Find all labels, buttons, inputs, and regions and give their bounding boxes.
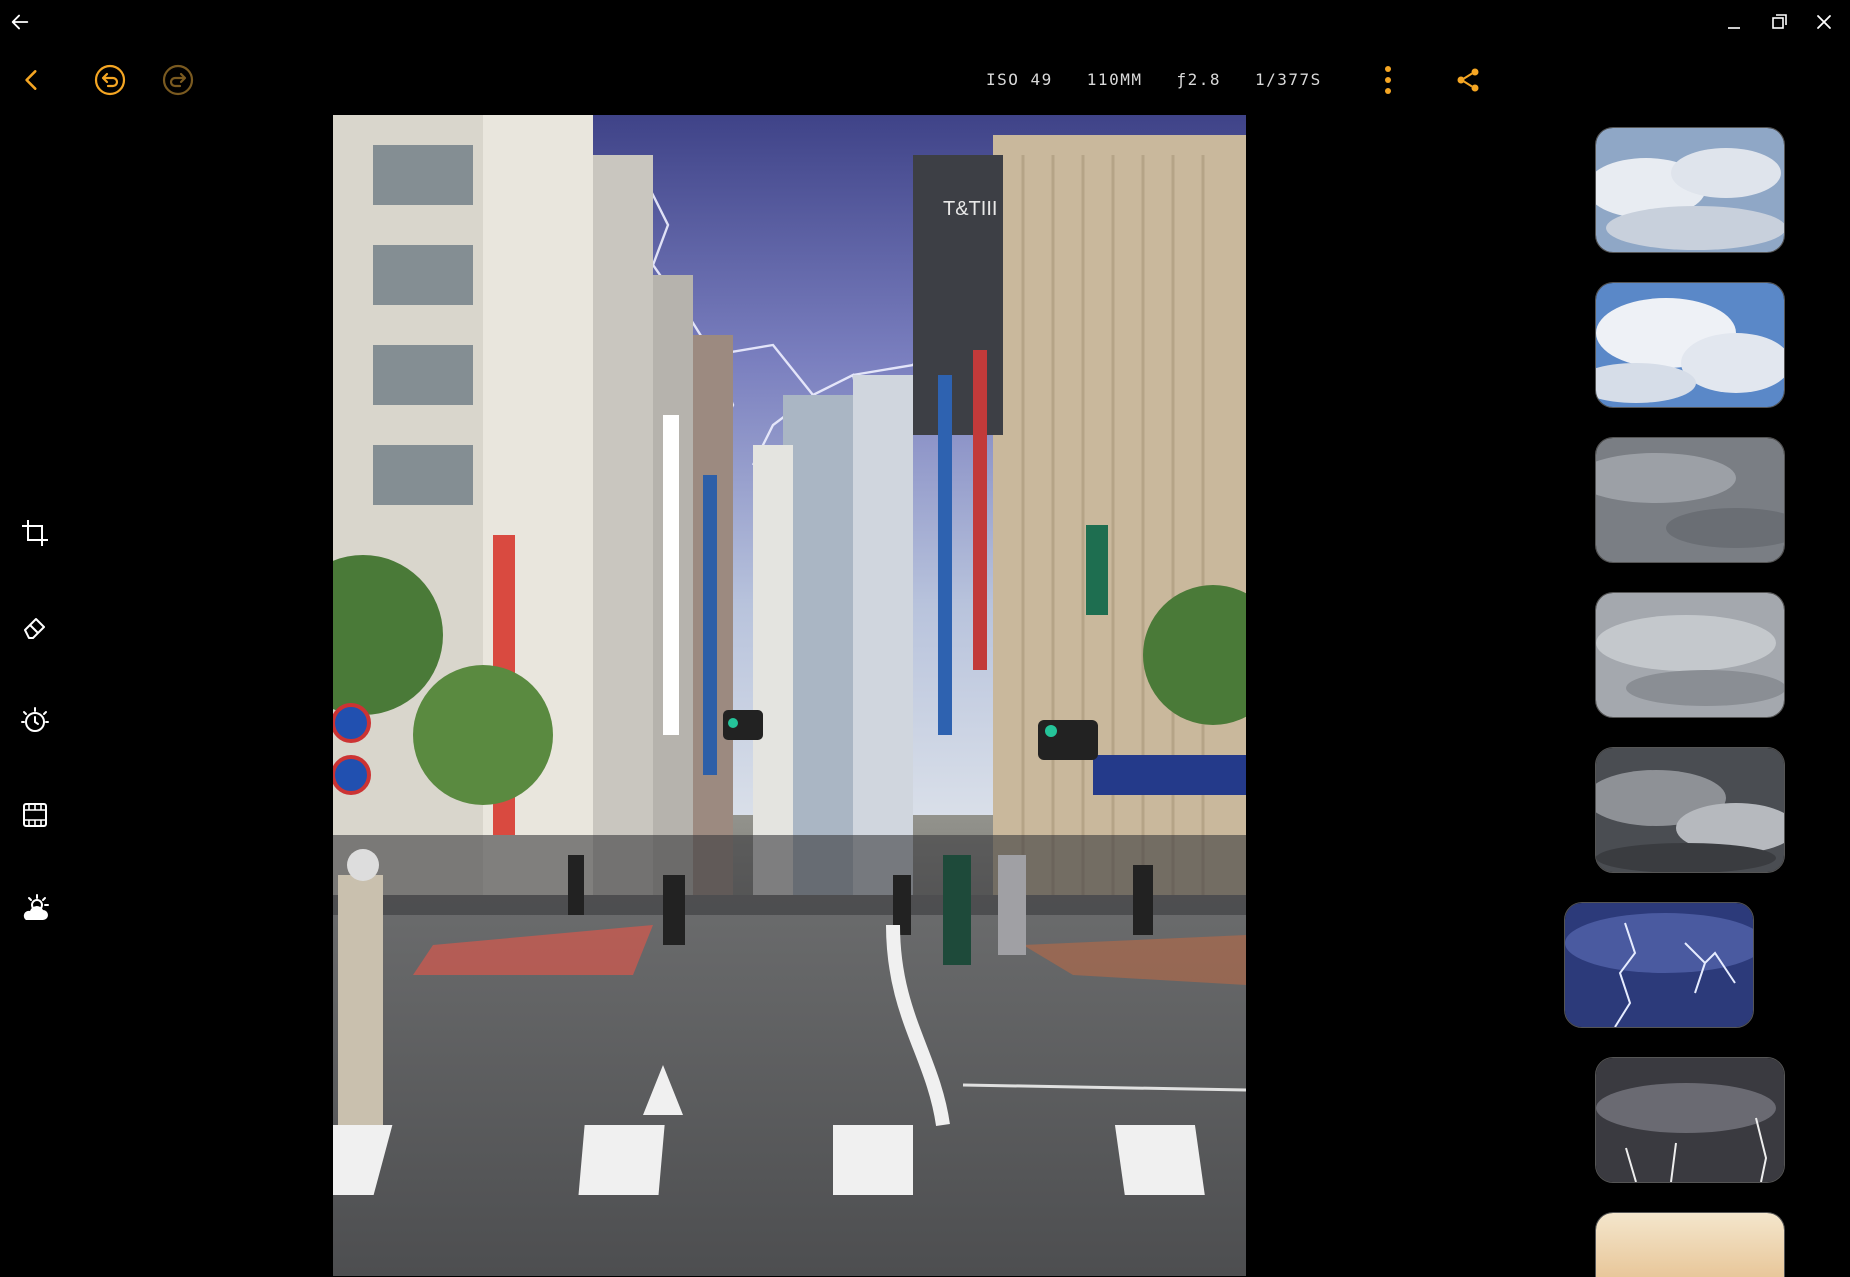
street-photo: T&TIII (333, 115, 1246, 1276)
exif-shutter-speed: 1/377S (1255, 70, 1322, 89)
exif-aperture: ƒ2.8 (1176, 70, 1221, 89)
more-options-button[interactable] (1370, 60, 1406, 100)
eraser-icon (24, 618, 45, 639)
sky-thumbnail (1596, 1058, 1784, 1182)
exposure-icon (21, 707, 49, 732)
share-button[interactable] (1450, 62, 1486, 98)
sky-preset-cumulus-clouds[interactable] (1595, 282, 1785, 408)
sky-preset-overcast-gray[interactable] (1595, 437, 1785, 563)
sky-preset-sunset[interactable] (1595, 1212, 1785, 1277)
chevron-left-icon (25, 70, 37, 90)
sky-preset-lightning-dark[interactable] (1595, 1057, 1785, 1183)
exposure-tool-button[interactable] (17, 703, 53, 739)
sky-thumbnail (1596, 128, 1784, 252)
eraser-tool-button[interactable] (17, 609, 53, 645)
film-tool-button[interactable] (17, 797, 53, 833)
share-icon (1457, 68, 1479, 92)
film-icon (23, 803, 47, 827)
minimize-button[interactable] (1716, 6, 1752, 38)
undo-button[interactable] (92, 62, 128, 98)
crop-tool-button[interactable] (17, 515, 53, 551)
sky-preset-fair-clouds[interactable] (1595, 127, 1785, 253)
sky-thumbnail (1596, 748, 1784, 872)
redo-button[interactable] (160, 62, 196, 98)
weather-icon (23, 894, 49, 920)
close-button[interactable] (1806, 6, 1842, 38)
sky-thumbnail (1596, 283, 1784, 407)
minimize-icon (1728, 27, 1740, 29)
maximize-button[interactable] (1761, 6, 1797, 38)
sky-thumbnail (1596, 593, 1784, 717)
crop-icon (22, 520, 48, 546)
sky-preset-overcast-light[interactable] (1595, 592, 1785, 718)
exif-info: ISO 49 110MM ƒ2.8 1/377S (986, 70, 1322, 96)
sky-replace-tool-button[interactable] (17, 891, 53, 927)
restore-icon (1772, 14, 1787, 29)
sky-thumbnail (1596, 438, 1784, 562)
close-icon (1817, 15, 1831, 29)
svg-text:T&TIII: T&TIII (943, 198, 997, 220)
photo-canvas[interactable]: T&TIII (333, 115, 1246, 1276)
sky-thumbnail (1596, 1213, 1784, 1277)
sky-thumbnail (1565, 903, 1753, 1027)
toolbar-back-button[interactable] (14, 62, 50, 98)
exif-iso: ISO 49 (986, 70, 1053, 89)
window-back-button[interactable] (4, 6, 36, 38)
sky-preset-lightning-blue[interactable] (1564, 902, 1754, 1028)
sky-preset-storm-clouds[interactable] (1595, 747, 1785, 873)
arrow-left-icon (11, 14, 29, 30)
redo-icon (162, 64, 194, 96)
more-vertical-icon (1385, 66, 1391, 94)
undo-icon (94, 64, 126, 96)
exif-focal-length: 110MM (1086, 70, 1143, 89)
